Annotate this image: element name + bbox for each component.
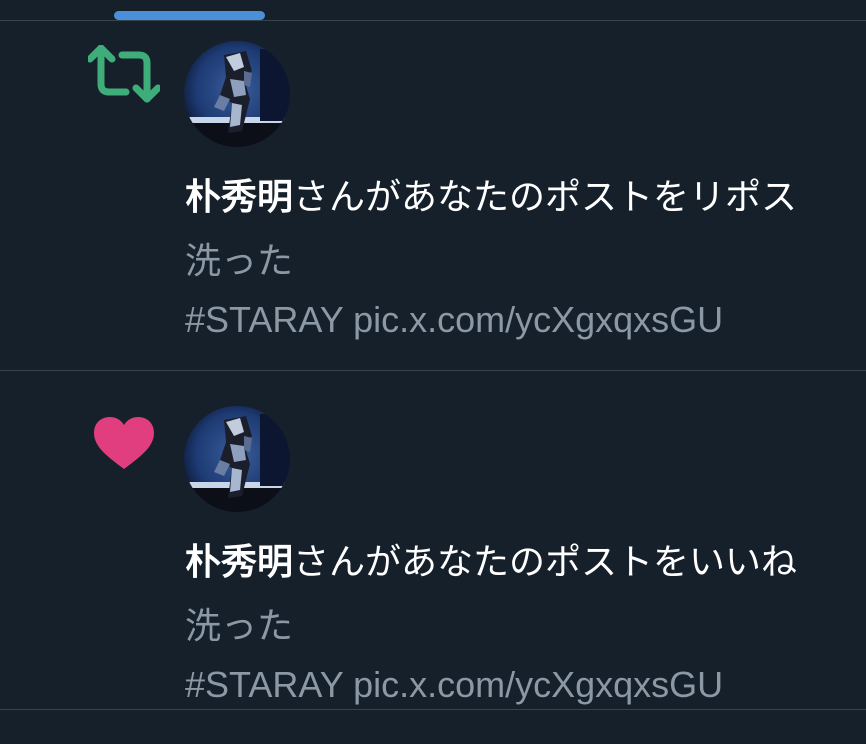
- notification-headline: 朴秀明さんがあなたのポストをリポス: [185, 174, 797, 222]
- tab-bar: [0, 0, 866, 20]
- repost-icon: [86, 44, 162, 105]
- notification-repost[interactable]: 朴秀明さんがあなたのポストをリポス 洗った #STARAY pic.x.com/…: [0, 21, 866, 370]
- post-tags-link[interactable]: #STARAY pic.x.com/ycXgxqxsGU: [185, 296, 723, 344]
- post-text: 洗った: [185, 241, 294, 282]
- notification-headline: 朴秀明さんがあなたのポストをいいね: [185, 539, 797, 587]
- user-name[interactable]: 朴秀明: [185, 177, 293, 218]
- avatar[interactable]: [184, 406, 290, 512]
- action-text: さんがあなたのポストをいいね: [293, 542, 798, 583]
- avatar[interactable]: [184, 41, 290, 147]
- post-text: 洗った: [185, 606, 294, 647]
- heart-icon: [88, 413, 160, 473]
- divider: [0, 709, 866, 710]
- post-tags-link[interactable]: #STARAY pic.x.com/ycXgxqxsGU: [185, 661, 723, 709]
- user-name[interactable]: 朴秀明: [185, 542, 293, 583]
- action-text: さんがあなたのポストをリポス: [293, 177, 798, 218]
- notification-like[interactable]: 朴秀明さんがあなたのポストをいいね 洗った #STARAY pic.x.com/…: [0, 371, 866, 709]
- active-tab-indicator: [114, 11, 265, 20]
